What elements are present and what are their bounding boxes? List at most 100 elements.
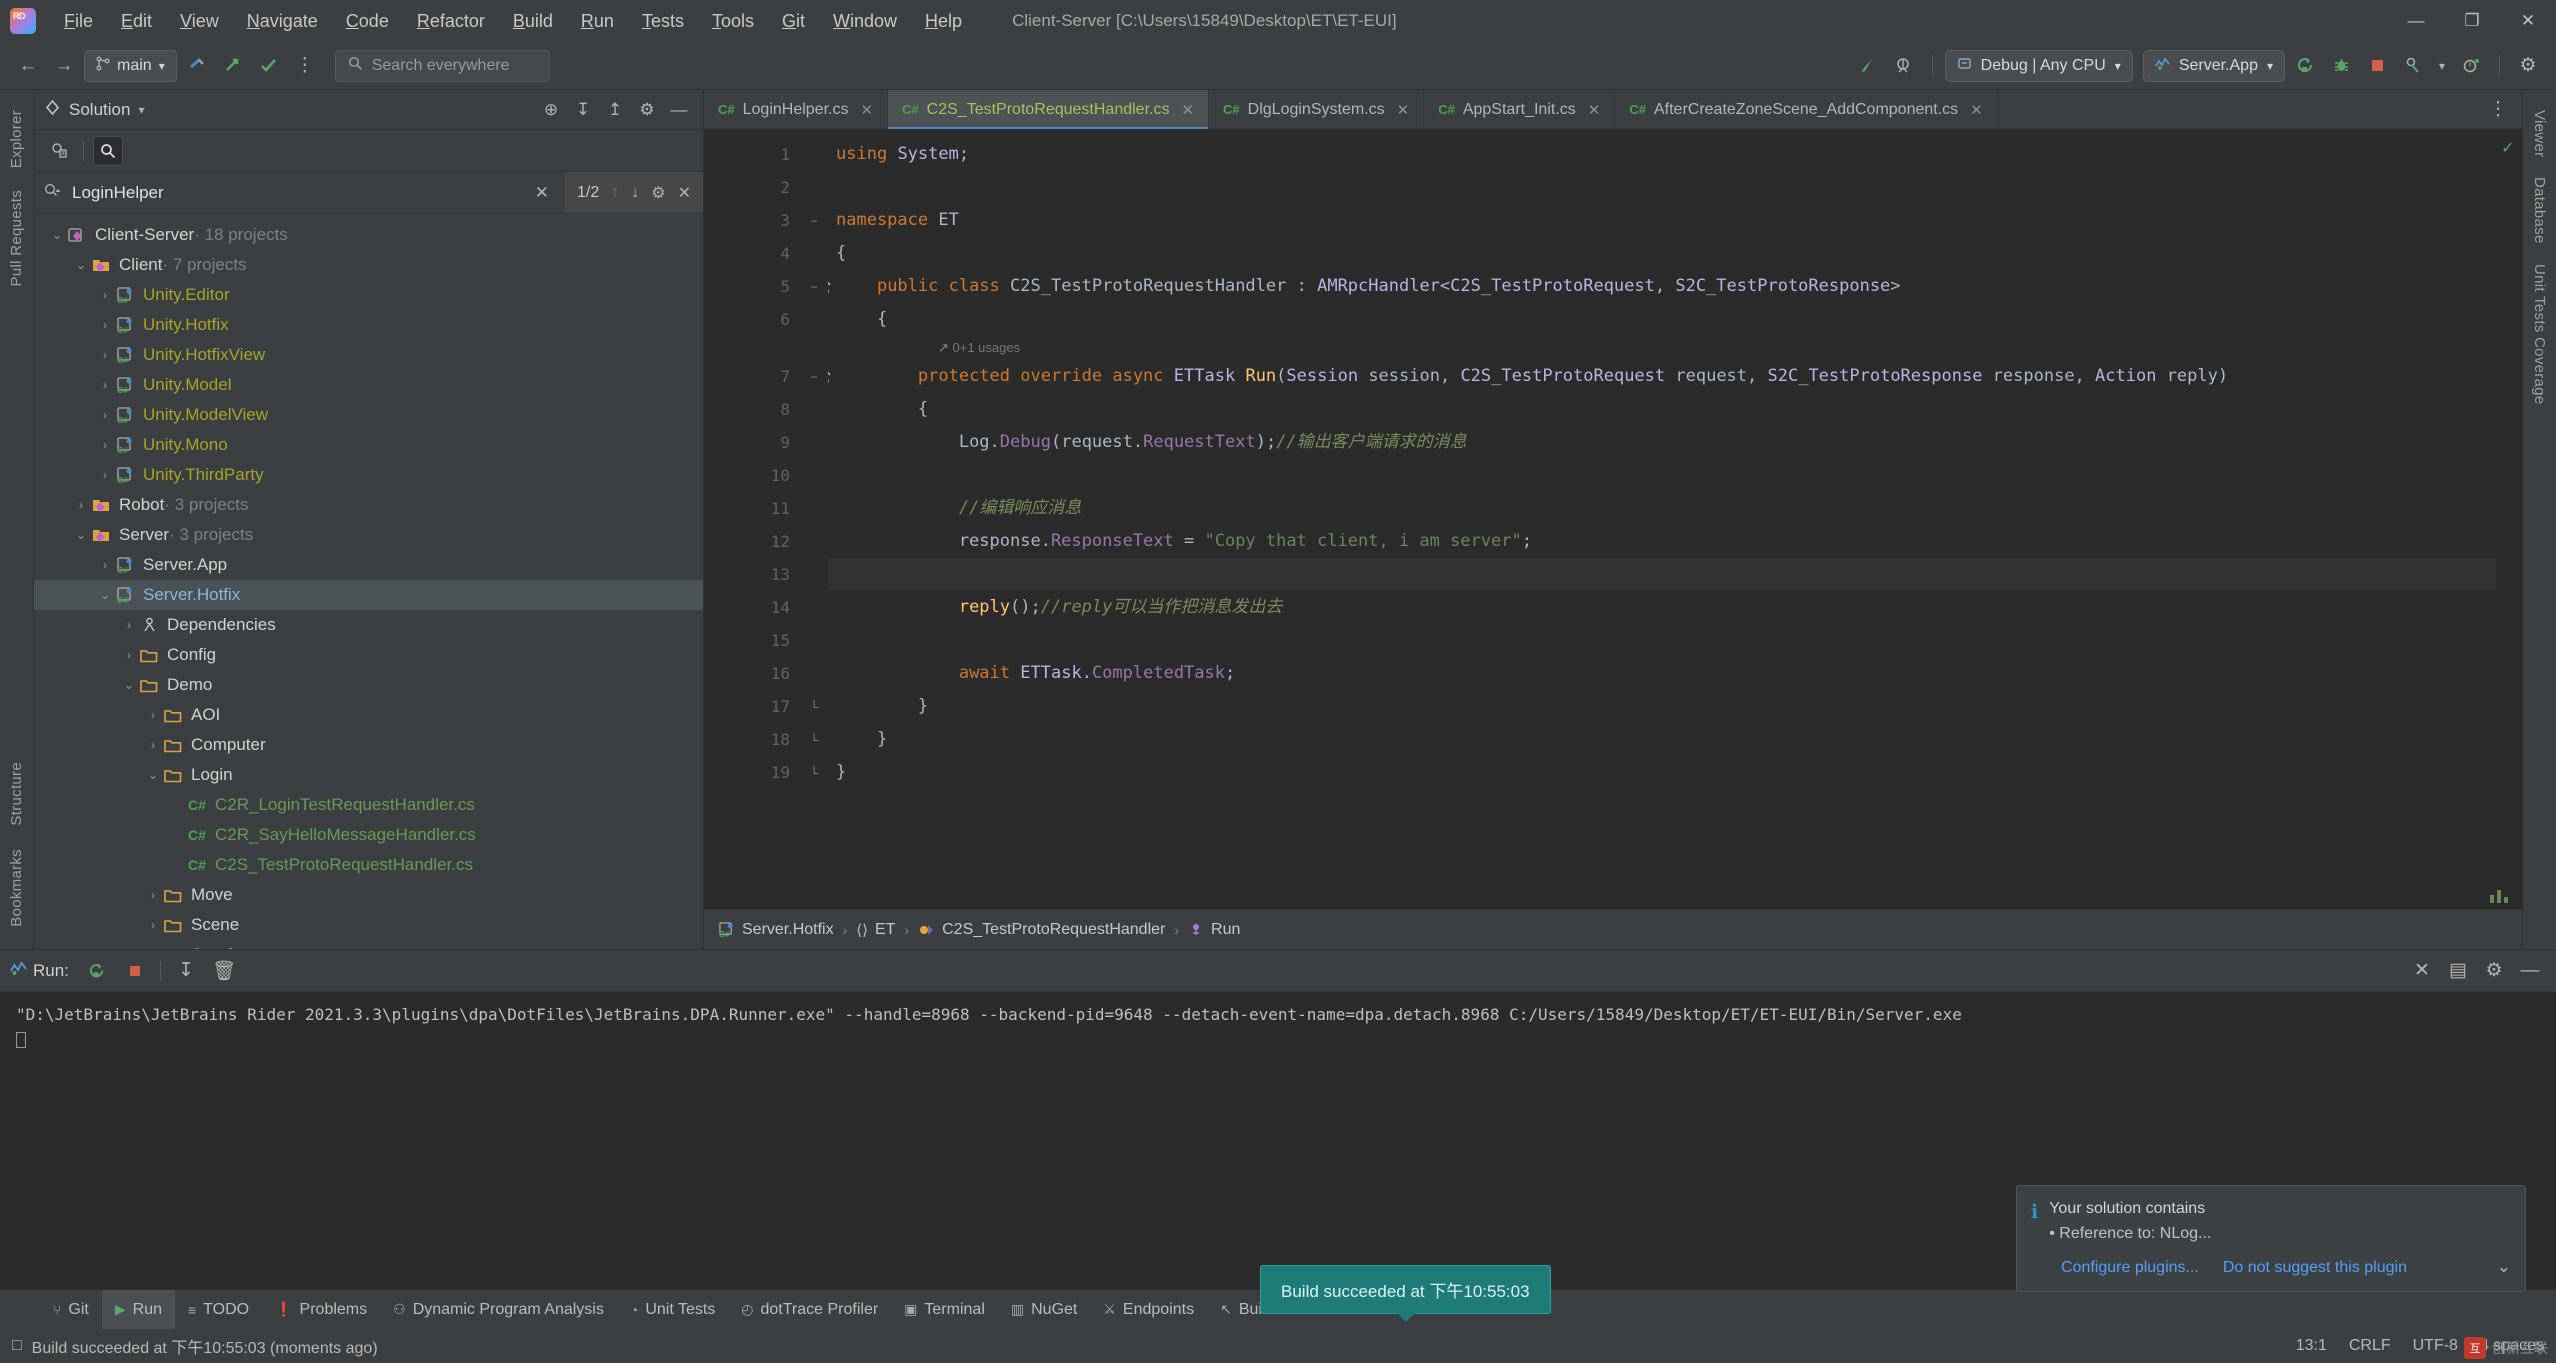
stop-icon[interactable] <box>2361 50 2393 82</box>
tree-item-robot[interactable]: › Robot · 3 projects <box>34 490 703 520</box>
bottom-tab-todo[interactable]: ≡ TODO <box>175 1290 262 1329</box>
code-line[interactable]: { <box>828 393 2496 426</box>
run-check-icon[interactable] <box>253 50 285 82</box>
tree-expander-icon[interactable]: ⌄ <box>72 528 90 542</box>
settings-gear-icon[interactable]: ⚙ <box>2512 50 2544 82</box>
tree-item-move[interactable]: › Move <box>34 880 703 910</box>
code-line[interactable]: Log.Debug(request.RequestText);//输出客户端请求… <box>828 426 2496 459</box>
line-separator[interactable]: CRLF <box>2349 1337 2391 1355</box>
clear-console-icon[interactable]: 🗑 <box>208 955 240 987</box>
code-line[interactable]: public class C2S_TestProtoRequestHandler… <box>828 270 2496 303</box>
tool-tab-bookmarks[interactable]: Bookmarks <box>4 839 29 937</box>
hide-panel-icon[interactable]: — <box>665 96 693 124</box>
code-folding-column[interactable]: − − − └ └ └ <box>800 130 828 909</box>
fold-marker[interactable]: − <box>800 204 828 237</box>
tool-tab-database[interactable]: Database <box>2527 167 2552 254</box>
collapse-all-icon[interactable]: ↥ <box>601 96 629 124</box>
bottom-tab-unit-tests[interactable]: ◔ Unit Tests <box>617 1290 728 1329</box>
run-selected-icon[interactable] <box>217 50 249 82</box>
solution-scope-icon[interactable] <box>44 136 74 166</box>
fold-marker[interactable] <box>800 525 828 558</box>
fold-marker[interactable]: − <box>800 270 828 303</box>
search-close-icon[interactable]: ✕ <box>678 183 691 203</box>
tree-item-unity-modelview[interactable]: › C# Unity.ModelView <box>34 400 703 430</box>
menu-item-navigate[interactable]: Navigate <box>233 7 332 36</box>
locate-file-icon[interactable]: ⊕ <box>537 96 565 124</box>
tool-tab-unit-tests-coverage[interactable]: Unit Tests Coverage <box>2527 254 2552 415</box>
close-button[interactable]: ✕ <box>2500 0 2556 42</box>
tree-item-unity-editor[interactable]: › C# Unity.Editor <box>34 280 703 310</box>
code-line[interactable]: await ETTask.CompletedTask; <box>828 657 2496 690</box>
code-text-area[interactable]: using System; namespace ET{ public class… <box>828 130 2496 909</box>
code-line[interactable]: } <box>828 756 2496 789</box>
tool-tab-explorer[interactable]: Explorer <box>4 100 29 178</box>
tree-expander-icon[interactable]: › <box>120 618 138 632</box>
editor-tab-c2s-testprotorequesthandler-cs[interactable]: C# C2S_TestProtoRequestHandler.cs ✕ <box>888 90 1210 129</box>
more-toolbar-icon[interactable]: ⋮ <box>289 50 321 82</box>
code-line[interactable]: protected override async ETTask Run(Sess… <box>828 360 2496 393</box>
tree-item-unity-hotfix[interactable]: › C# Unity.Hotfix <box>34 310 703 340</box>
bottom-tab-endpoints[interactable]: ⚔ Endpoints <box>1090 1290 1207 1329</box>
tree-expander-icon[interactable]: ⌄ <box>120 678 138 692</box>
build-solution-icon[interactable] <box>181 50 213 82</box>
caret-position[interactable]: 13:1 <box>2296 1337 2327 1355</box>
tree-item-unity-thirdparty[interactable]: › C# Unity.ThirdParty <box>34 460 703 490</box>
clear-search-icon[interactable]: ✕ <box>529 183 555 203</box>
tree-item-dependencies[interactable]: › Dependencies <box>34 610 703 640</box>
tree-expander-icon[interactable]: › <box>72 498 90 512</box>
code-line[interactable]: using System; <box>828 138 2496 171</box>
fold-marker[interactable] <box>800 237 828 270</box>
fold-marker[interactable] <box>800 492 828 525</box>
menu-item-window[interactable]: Window <box>819 7 911 36</box>
tree-expander-icon[interactable]: › <box>144 708 162 722</box>
debug-icon[interactable] <box>2325 50 2357 82</box>
breadcrumb-item-et[interactable]: ⟨⟩ ET <box>856 921 895 939</box>
code-line[interactable] <box>828 558 2496 591</box>
tree-item-server-app[interactable]: › C# Server.App <box>34 550 703 580</box>
editor-tab-loginhelper-cs[interactable]: C# LoginHelper.cs ✕ <box>704 90 889 129</box>
menu-item-help[interactable]: Help <box>911 7 976 36</box>
run-minimize-icon[interactable]: — <box>2514 955 2546 987</box>
solution-chevron-down-icon[interactable]: ▾ <box>138 103 144 117</box>
fold-marker[interactable] <box>800 459 828 492</box>
tree-expander-icon[interactable]: › <box>144 738 162 752</box>
tree-expander-icon[interactable]: ⌄ <box>72 258 90 272</box>
close-tab-icon[interactable]: ✕ <box>1588 101 1601 119</box>
search-prev-icon[interactable]: ↑ <box>611 184 619 202</box>
tree-expander-icon[interactable]: › <box>96 408 114 422</box>
tree-item-unity-model[interactable]: › C# Unity.Model <box>34 370 703 400</box>
tree-expander-icon[interactable]: › <box>96 558 114 572</box>
code-line[interactable]: } <box>828 723 2496 756</box>
fold-marker[interactable] <box>800 591 828 624</box>
tree-expander-icon[interactable]: › <box>144 948 162 949</box>
code-line[interactable]: reply();//reply可以当作把消息发出去 <box>828 591 2496 624</box>
bottom-tab-run[interactable]: ▶ Run <box>101 1290 175 1329</box>
search-settings-icon[interactable]: ⚙ <box>651 183 665 203</box>
breadcrumb-item-run[interactable]: Run <box>1188 921 1240 939</box>
build-hammer-icon[interactable] <box>1852 50 1884 82</box>
tree-item-login[interactable]: ⌄ Login <box>34 760 703 790</box>
breadcrumb-item-server-hotfix[interactable]: C# Server.Hotfix <box>718 921 834 939</box>
solution-search-input[interactable]: LoginHelper ✕ <box>34 172 565 213</box>
file-encoding[interactable]: UTF-8 <box>2413 1337 2458 1355</box>
tree-item-aoi[interactable]: › AOI <box>34 700 703 730</box>
notification-expand-chevron-icon[interactable]: ⌄ <box>2497 1257 2511 1277</box>
build-configuration-dropdown[interactable]: Debug | Any CPU ▾ <box>1944 49 2133 82</box>
menu-item-code[interactable]: Code <box>332 7 403 36</box>
tree-expander-icon[interactable]: › <box>96 348 114 362</box>
menu-item-tools[interactable]: Tools <box>698 7 768 36</box>
expand-all-icon[interactable]: ↧ <box>569 96 597 124</box>
profile-icon[interactable] <box>2455 50 2487 82</box>
solution-find-icon[interactable] <box>93 135 123 166</box>
editor-tabs-more-icon[interactable]: ⋮ <box>2482 94 2514 126</box>
tree-item-computer[interactable]: › Computer <box>34 730 703 760</box>
close-tab-icon[interactable]: ✕ <box>1181 101 1194 119</box>
usage-count-hint[interactable]: ↗ 0+1 usages <box>828 336 2496 360</box>
editor-inspection-bar[interactable]: ✓ <box>2490 130 2522 909</box>
tree-expander-icon[interactable]: › <box>96 468 114 482</box>
tree-expander-icon[interactable]: › <box>96 378 114 392</box>
tree-expander-icon[interactable]: › <box>96 318 114 332</box>
fold-marker[interactable]: └ <box>800 756 828 789</box>
tree-expander-icon[interactable]: › <box>96 438 114 452</box>
close-tab-icon[interactable]: ✕ <box>1970 101 1983 119</box>
